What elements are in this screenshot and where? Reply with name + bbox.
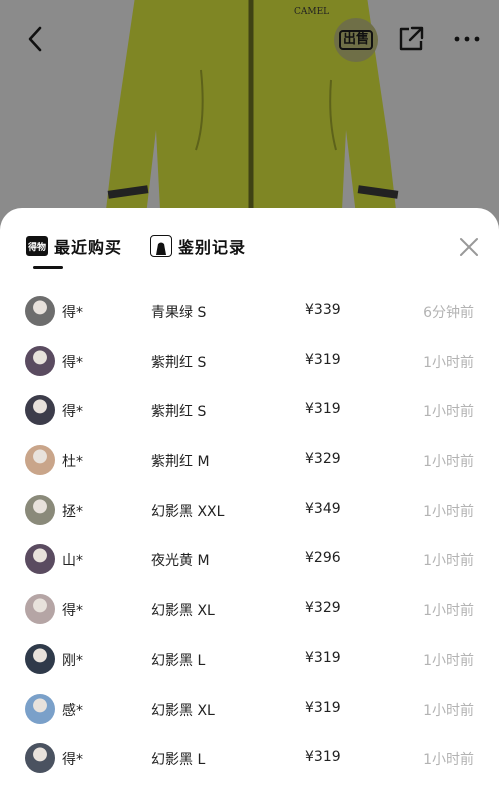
- purchase-time: 1小时前: [423, 503, 474, 520]
- share-button[interactable]: [396, 24, 426, 54]
- list-item: 感* 幻影黑 XL ¥319 1小时前: [0, 684, 499, 734]
- tab-label: 最近购买: [54, 238, 123, 257]
- sku-label: 幻影黑 L: [151, 752, 206, 769]
- list-item: 刚* 幻影黑 L ¥319 1小时前: [0, 634, 499, 684]
- price: ¥319: [305, 401, 341, 418]
- price: ¥319: [305, 351, 341, 368]
- list-item: 山* 夜光黄 M ¥296 1小时前: [0, 534, 499, 584]
- purchase-list: 得* 青果绿 S ¥339 6分钟前 得* 紫荆红 S ¥319 1小时前 得*…: [0, 286, 499, 783]
- avatar: [25, 693, 55, 724]
- price: ¥319: [305, 749, 341, 766]
- buyer-name: 刚*: [62, 652, 83, 669]
- close-icon: [460, 238, 478, 256]
- share-external-icon: [399, 26, 424, 51]
- active-tab-indicator: [33, 266, 63, 269]
- buyer-name: 得*: [62, 752, 83, 769]
- price: ¥296: [305, 550, 341, 567]
- avatar: [25, 494, 55, 525]
- purchase-time: 6分钟前: [423, 305, 474, 321]
- price: ¥319: [305, 649, 341, 666]
- tab-authentication-records[interactable]: 鉴别记录: [150, 232, 246, 260]
- purchase-time: 1小时前: [423, 603, 474, 620]
- top-bar: 出售: [0, 0, 499, 80]
- dewu-logo-icon: 得物: [26, 236, 48, 256]
- price: ¥349: [305, 500, 341, 517]
- list-item: 得* 紫荆红 S ¥319 1小时前: [0, 385, 499, 435]
- list-item: 杜* 紫荆红 M ¥329 1小时前: [0, 435, 499, 485]
- buyer-name: 山*: [62, 553, 83, 570]
- purchase-time: 1小时前: [423, 752, 474, 769]
- purchase-time: 1小时前: [423, 454, 474, 471]
- list-item: 得* 青果绿 S ¥339 6分钟前: [0, 286, 499, 336]
- tab-recent-purchases[interactable]: 得物 最近购买: [26, 232, 122, 260]
- buyer-name: 感*: [62, 702, 83, 719]
- avatar: [25, 395, 55, 426]
- close-button[interactable]: [456, 234, 482, 260]
- buyer-name: 得*: [62, 305, 83, 321]
- buyer-name: 拯*: [62, 503, 83, 520]
- sku-label: 紫荆红 M: [151, 454, 210, 471]
- back-button[interactable]: [22, 22, 52, 56]
- chevron-left-icon: [28, 26, 42, 52]
- sku-label: 幻影黑 XXL: [151, 503, 225, 520]
- price: ¥329: [305, 600, 341, 617]
- more-button[interactable]: [450, 24, 484, 54]
- avatar: [25, 743, 55, 774]
- list-item: 得* 幻影黑 L ¥319 1小时前: [0, 733, 499, 783]
- avatar: [25, 296, 55, 326]
- avatar: [25, 445, 55, 476]
- sell-button[interactable]: 出售: [334, 18, 378, 62]
- price: ¥339: [305, 302, 341, 318]
- bag-icon: [150, 235, 173, 257]
- sku-label: 紫荆红 S: [151, 354, 207, 371]
- recent-purchases-sheet: 得物 最近购买 鉴别记录 得* 青果绿 S ¥339 6分钟前 得* 紫荆红 S…: [0, 208, 499, 800]
- avatar: [25, 594, 55, 625]
- tab-label: 鉴别记录: [178, 238, 247, 257]
- buyer-name: 得*: [62, 404, 83, 421]
- avatar: [25, 643, 55, 674]
- list-item: 得* 紫荆红 S ¥319 1小时前: [0, 336, 499, 386]
- purchase-time: 1小时前: [423, 702, 474, 719]
- purchase-time: 1小时前: [423, 553, 474, 570]
- avatar: [25, 544, 55, 575]
- purchase-time: 1小时前: [423, 404, 474, 421]
- purchase-time: 1小时前: [423, 354, 474, 371]
- sku-label: 幻影黑 XL: [151, 603, 215, 620]
- list-item: 拯* 幻影黑 XXL ¥349 1小时前: [0, 485, 499, 535]
- price: ¥319: [305, 699, 341, 716]
- more-dots-icon: [454, 36, 480, 42]
- sku-label: 幻影黑 XL: [151, 702, 215, 719]
- buyer-name: 杜*: [62, 454, 83, 471]
- sku-label: 夜光黄 M: [151, 553, 210, 570]
- sku-label: 青果绿 S: [151, 305, 207, 321]
- sell-label: 出售: [338, 30, 373, 50]
- buyer-name: 得*: [62, 603, 83, 620]
- sku-label: 幻影黑 L: [151, 652, 206, 669]
- purchase-time: 1小时前: [423, 652, 474, 669]
- buyer-name: 得*: [62, 354, 83, 371]
- price: ¥329: [305, 451, 341, 468]
- sku-label: 紫荆红 S: [151, 404, 207, 421]
- list-item: 得* 幻影黑 XL ¥329 1小时前: [0, 584, 499, 634]
- avatar: [25, 345, 55, 376]
